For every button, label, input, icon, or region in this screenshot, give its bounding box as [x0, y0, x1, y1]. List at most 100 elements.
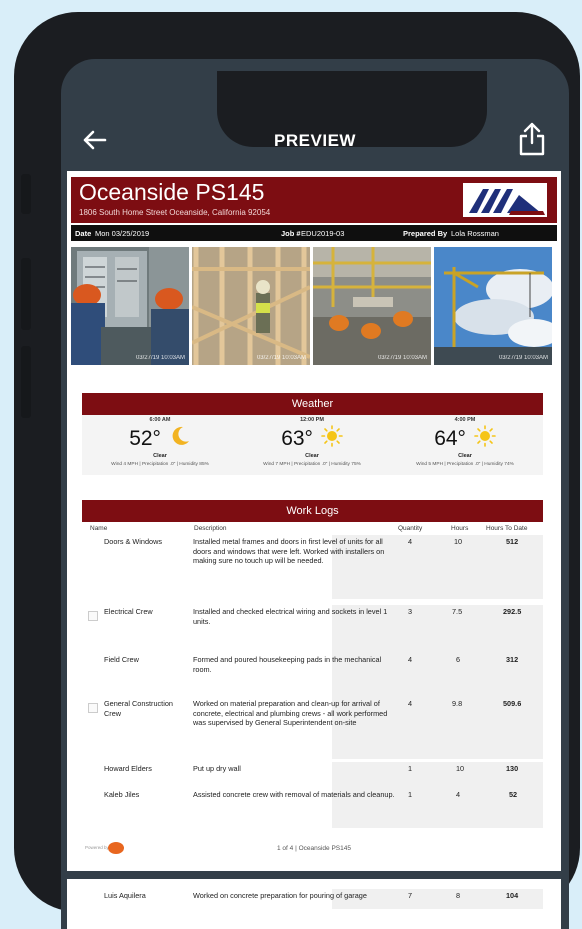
screen-title: PREVIEW [274, 131, 356, 150]
site-photo[interactable]: 03/27/19 10:03AM [71, 247, 189, 365]
site-photo[interactable]: 03/27/19 10:03AM [313, 247, 431, 365]
worklog-row[interactable]: Luis Aquilera Worked on concrete prepara… [82, 889, 543, 909]
photo-timestamp: 03/27/19 10:03AM [377, 355, 427, 361]
column-header-hours: Hours [451, 525, 469, 532]
worklog-hours: 8 [456, 891, 461, 900]
worklog-hours-to-date: 312 [506, 655, 519, 664]
worklog-hours-to-date: 52 [509, 790, 518, 799]
worklog-hours: 10 [456, 764, 465, 773]
weather-details: Wind 4 MPH | Precipitation .0" | Humidit… [111, 462, 209, 467]
worklog-name: Electrical Crew [104, 607, 153, 616]
photo-timestamp: 03/27/19 10:03AM [498, 355, 548, 361]
sun-icon [473, 425, 496, 447]
worklog-row[interactable]: Howard Elders Put up dry wall 1 10 130 [82, 762, 543, 788]
worklog-hours-to-date: 130 [506, 764, 519, 773]
sun-icon [320, 425, 343, 447]
worklog-hours: 6 [456, 655, 461, 664]
date-value: Mon 03/25/2019 [95, 229, 150, 238]
weather-temp-row: 63° [238, 425, 386, 451]
worklog-hours-to-date: 512 [506, 537, 519, 546]
volume-down-button [21, 346, 31, 418]
report-page[interactable]: Oceanside PS145 1806 South Home Street O… [67, 171, 561, 871]
worklog-description: Put up dry wall [193, 764, 241, 773]
worklog-name: Doors & Windows [104, 537, 162, 546]
weather-temp: 64° [434, 427, 466, 450]
column-header-quantity: Quantity [398, 525, 423, 532]
worklog-name: Kaleb Jiles [104, 790, 140, 799]
worklog-name: Field Crew [104, 655, 139, 664]
worklog-hours: 4 [456, 790, 461, 799]
job-value: EDU2019-03 [301, 229, 345, 238]
report-page-2[interactable]: Luis Aquilera Worked on concrete prepara… [67, 879, 561, 929]
weather-slot: 4:00 PM 64° Clear Wind 5 MPH | Precipita… [391, 417, 539, 467]
weather-time: 6:00 AM [149, 417, 171, 423]
project-name: Oceanside PS145 [79, 179, 265, 205]
weather-time: 12:00 PM [300, 417, 324, 423]
worklog-hours-to-date: 104 [506, 891, 519, 900]
worklog-hours-to-date: 292.5 [503, 607, 522, 616]
photo-timestamp: 03/27/19 10:03AM [135, 355, 185, 361]
weather-temp: 52° [129, 427, 161, 450]
project-address: 1806 South Home Street Oceanside, Califo… [79, 208, 271, 217]
weather-temp-row: 52° [86, 425, 234, 451]
company-logo [463, 183, 547, 217]
worklog-quantity: 1 [408, 764, 413, 773]
worklog-row[interactable]: Electrical Crew Installed and checked el… [82, 605, 543, 651]
weather-slot: 12:00 PM 63° Clear Wind 7 MPH | Precipit… [238, 417, 386, 467]
worklog-row[interactable]: Doors & Windows Installed metal frames a… [82, 535, 543, 599]
volume-up-button [21, 258, 31, 330]
row-expand-icon[interactable] [88, 703, 98, 713]
phone-frame: PREVIEW Oceanside PS145 1806 South Home … [14, 12, 580, 929]
worklog-description: Worked on concrete preparation for pouri… [193, 891, 367, 900]
worklog-quantity: 3 [408, 607, 413, 616]
weather-details: Wind 7 MPH | Precipitation .0" | Humidit… [263, 462, 361, 467]
worklog-name: General Construction Crew [104, 699, 173, 718]
column-header-name: Name [90, 525, 108, 532]
weather-condition: Clear [458, 453, 472, 459]
weather-section-title: Weather [82, 393, 543, 415]
worklog-hours: 7.5 [452, 607, 463, 616]
prepared-by-value: Lola Rossman [451, 229, 499, 238]
worklog-description: Formed and poured housekeeping pads in t… [193, 655, 382, 674]
worklog-name: Howard Elders [104, 764, 152, 773]
worklog-description: Installed metal frames and doors in firs… [193, 537, 385, 566]
job-label: Job # [281, 229, 301, 238]
worklog-quantity: 4 [408, 655, 413, 664]
page-info: 1 of 4 | Oceanside PS145 [277, 845, 351, 852]
column-header-description: Description [194, 525, 227, 532]
report-info-bar: Date Mon 03/25/2019 Job # EDU2019-03 Pre… [71, 225, 557, 241]
column-header-hours-to-date: Hours To Date [486, 525, 528, 532]
worklog-row[interactable]: General Construction Crew Worked on mate… [82, 697, 543, 759]
worklog-hours: 9.8 [452, 699, 463, 708]
mute-switch [21, 174, 31, 214]
app-bar: PREVIEW [61, 119, 569, 163]
date-label: Date [75, 229, 92, 238]
weather-panel: 6:00 AM 52° Clear Wind 4 MPH | Precipita… [82, 415, 543, 475]
worklog-quantity: 1 [408, 790, 413, 799]
weather-temp-row: 64° [391, 425, 539, 451]
weather-temp: 63° [281, 427, 313, 450]
photo-timestamp: 03/27/19 10:03AM [256, 355, 306, 361]
worklog-name: Luis Aquilera [104, 891, 146, 900]
worklog-hours: 10 [454, 537, 463, 546]
worklog-description: Assisted concrete crew with removal of m… [193, 790, 395, 799]
worklog-quantity: 4 [408, 699, 413, 708]
report-header: Oceanside PS145 1806 South Home Street O… [71, 177, 557, 223]
worklog-description: Installed and checked electrical wiring … [193, 607, 388, 626]
app-screen: PREVIEW Oceanside PS145 1806 South Home … [61, 59, 569, 929]
page-footer: Powered by 1 of 4 | Oceanside PS145 [67, 837, 561, 861]
weather-slot: 6:00 AM 52° Clear Wind 4 MPH | Precipita… [86, 417, 234, 467]
worklog-row[interactable]: Field Crew Formed and poured housekeepin… [82, 651, 543, 699]
worklogs-section-title: Work Logs [82, 500, 543, 522]
weather-condition: Clear [153, 453, 167, 459]
row-expand-icon[interactable] [88, 611, 98, 621]
site-photo[interactable]: 03/27/19 10:03AM [192, 247, 310, 365]
prepared-by-label: Prepared By [403, 229, 448, 238]
weather-time: 4:00 PM [454, 417, 476, 423]
worklog-row[interactable]: Kaleb Jiles Assisted concrete crew with … [82, 788, 543, 828]
moon-icon [172, 426, 189, 445]
share-icon[interactable] [517, 121, 547, 157]
site-photo[interactable]: 03/27/19 10:03AM [434, 247, 552, 365]
worklog-quantity: 7 [408, 891, 413, 900]
weather-condition: Clear [305, 453, 319, 459]
